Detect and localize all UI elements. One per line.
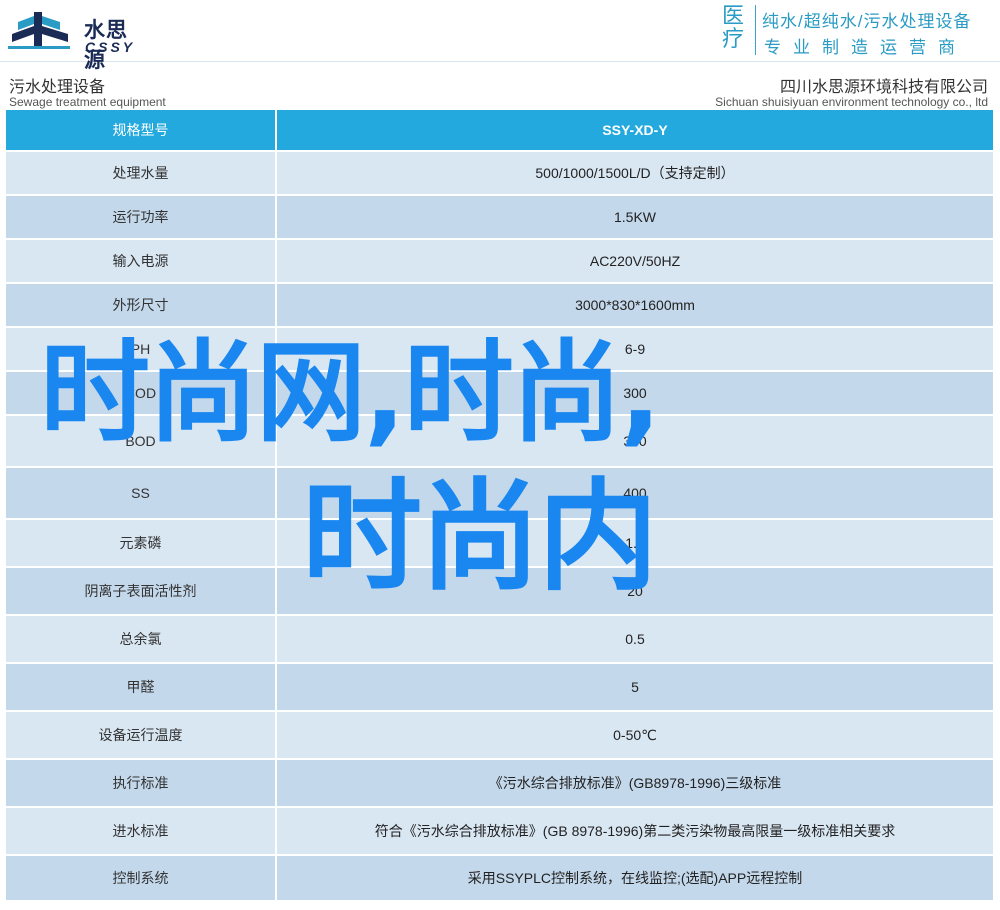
row-value: AC220V/50HZ <box>589 253 681 269</box>
row-key: 输入电源 <box>6 240 277 282</box>
table-row: 元素磷 1.5 <box>6 520 993 568</box>
row-value: 6-9 <box>624 341 646 357</box>
row-key: 设备运行温度 <box>6 712 277 758</box>
medical-badge: 医 疗 <box>722 5 756 55</box>
row-value: 符合《污水综合排放标准》(GB 8978-1996)第二类污染物最高限量一级标准… <box>374 823 896 839</box>
row-key: SS <box>6 468 277 518</box>
row-key: BOD <box>6 416 277 466</box>
table-row: 进水标准 符合《污水综合排放标准》(GB 8978-1996)第二类污染物最高限… <box>6 808 993 856</box>
row-value: 400 <box>623 485 647 501</box>
row-key: 总余氯 <box>6 616 277 662</box>
product-title-en: Sewage treatment equipment <box>9 95 166 109</box>
row-value: 0-50℃ <box>613 726 657 743</box>
row-value: 采用SSYPLC控制系统，在线监控;(选配)APP远程控制 <box>467 870 803 886</box>
table-row: BOD 300 <box>6 416 993 468</box>
row-value: 0.5 <box>625 631 645 647</box>
row-value: 1.5KW <box>613 209 656 225</box>
slogan-line-2: 专业制造运营商 <box>764 38 967 57</box>
table-row: SS 400 <box>6 468 993 520</box>
table-row: 输入电源 AC220V/50HZ <box>6 240 993 284</box>
badge-char-1: 医 <box>722 4 745 29</box>
company-logo[interactable]: 水思源 CSSY <box>8 6 148 72</box>
row-key: 控制系统 <box>6 856 277 900</box>
table-row: 总余氯 0.5 <box>6 616 993 664</box>
product-title-cn: 污水处理设备 <box>9 79 106 96</box>
header-value: SSY-XD-Y <box>602 122 668 138</box>
table-row: COD 300 <box>6 372 993 416</box>
table-row: 设备运行温度 0-50℃ <box>6 712 993 760</box>
company-name-cn: 四川水思源环境科技有限公司 <box>779 79 988 96</box>
row-key: 进水标准 <box>6 808 277 854</box>
table-row: 控制系统 采用SSYPLC控制系统，在线监控;(选配)APP远程控制 <box>6 856 993 902</box>
badge-char-2: 疗 <box>722 27 745 52</box>
row-key: 甲醛 <box>6 664 277 710</box>
row-key: 外形尺寸 <box>6 284 277 326</box>
row-value: 5 <box>631 679 639 695</box>
row-key: 处理水量 <box>6 152 277 194</box>
table-row: 执行标准 《污水综合排放标准》(GB8978-1996)三级标准 <box>6 760 993 808</box>
row-key: PH <box>6 328 277 370</box>
row-value: 300 <box>623 433 647 449</box>
table-row: 运行功率 1.5KW <box>6 196 993 240</box>
row-value: 300 <box>623 385 647 401</box>
table-row: 外形尺寸 3000*830*1600mm <box>6 284 993 328</box>
row-value: 3000*830*1600mm <box>575 297 695 313</box>
row-value: 500/1000/1500L/D（支持定制） <box>535 165 735 181</box>
table-row: 甲醛 5 <box>6 664 993 712</box>
row-key: 执行标准 <box>6 760 277 806</box>
table-header-row: 规格型号 SSY-XD-Y <box>6 110 993 152</box>
row-value: 《污水综合排放标准》(GB8978-1996)三级标准 <box>488 775 782 791</box>
row-key: COD <box>6 372 277 414</box>
row-key: 元素磷 <box>6 520 277 566</box>
row-value: 20 <box>627 583 643 599</box>
table-row: 阴离子表面活性剂 20 <box>6 568 993 616</box>
row-key: 阴离子表面活性剂 <box>6 568 277 614</box>
slogan-line-1: 纯水/超纯水/污水处理设备 <box>762 12 972 31</box>
water-drop-logo-icon <box>8 12 70 49</box>
table-row: PH 6-9 <box>6 328 993 372</box>
row-value: 1.5 <box>625 535 645 551</box>
table-row: 处理水量 500/1000/1500L/D（支持定制） <box>6 152 993 196</box>
row-key: 运行功率 <box>6 196 277 238</box>
page-header: 水思源 CSSY 医 疗 纯水/超纯水/污水处理设备 专业制造运营商 <box>0 0 1000 72</box>
company-name-en: Sichuan shuisiyuan environment technolog… <box>715 95 988 109</box>
spec-table: 规格型号 SSY-XD-Y 处理水量 500/1000/1500L/D（支持定制… <box>6 110 993 902</box>
header-key: 规格型号 <box>6 110 277 150</box>
logo-text-en: CSSY <box>85 39 136 55</box>
